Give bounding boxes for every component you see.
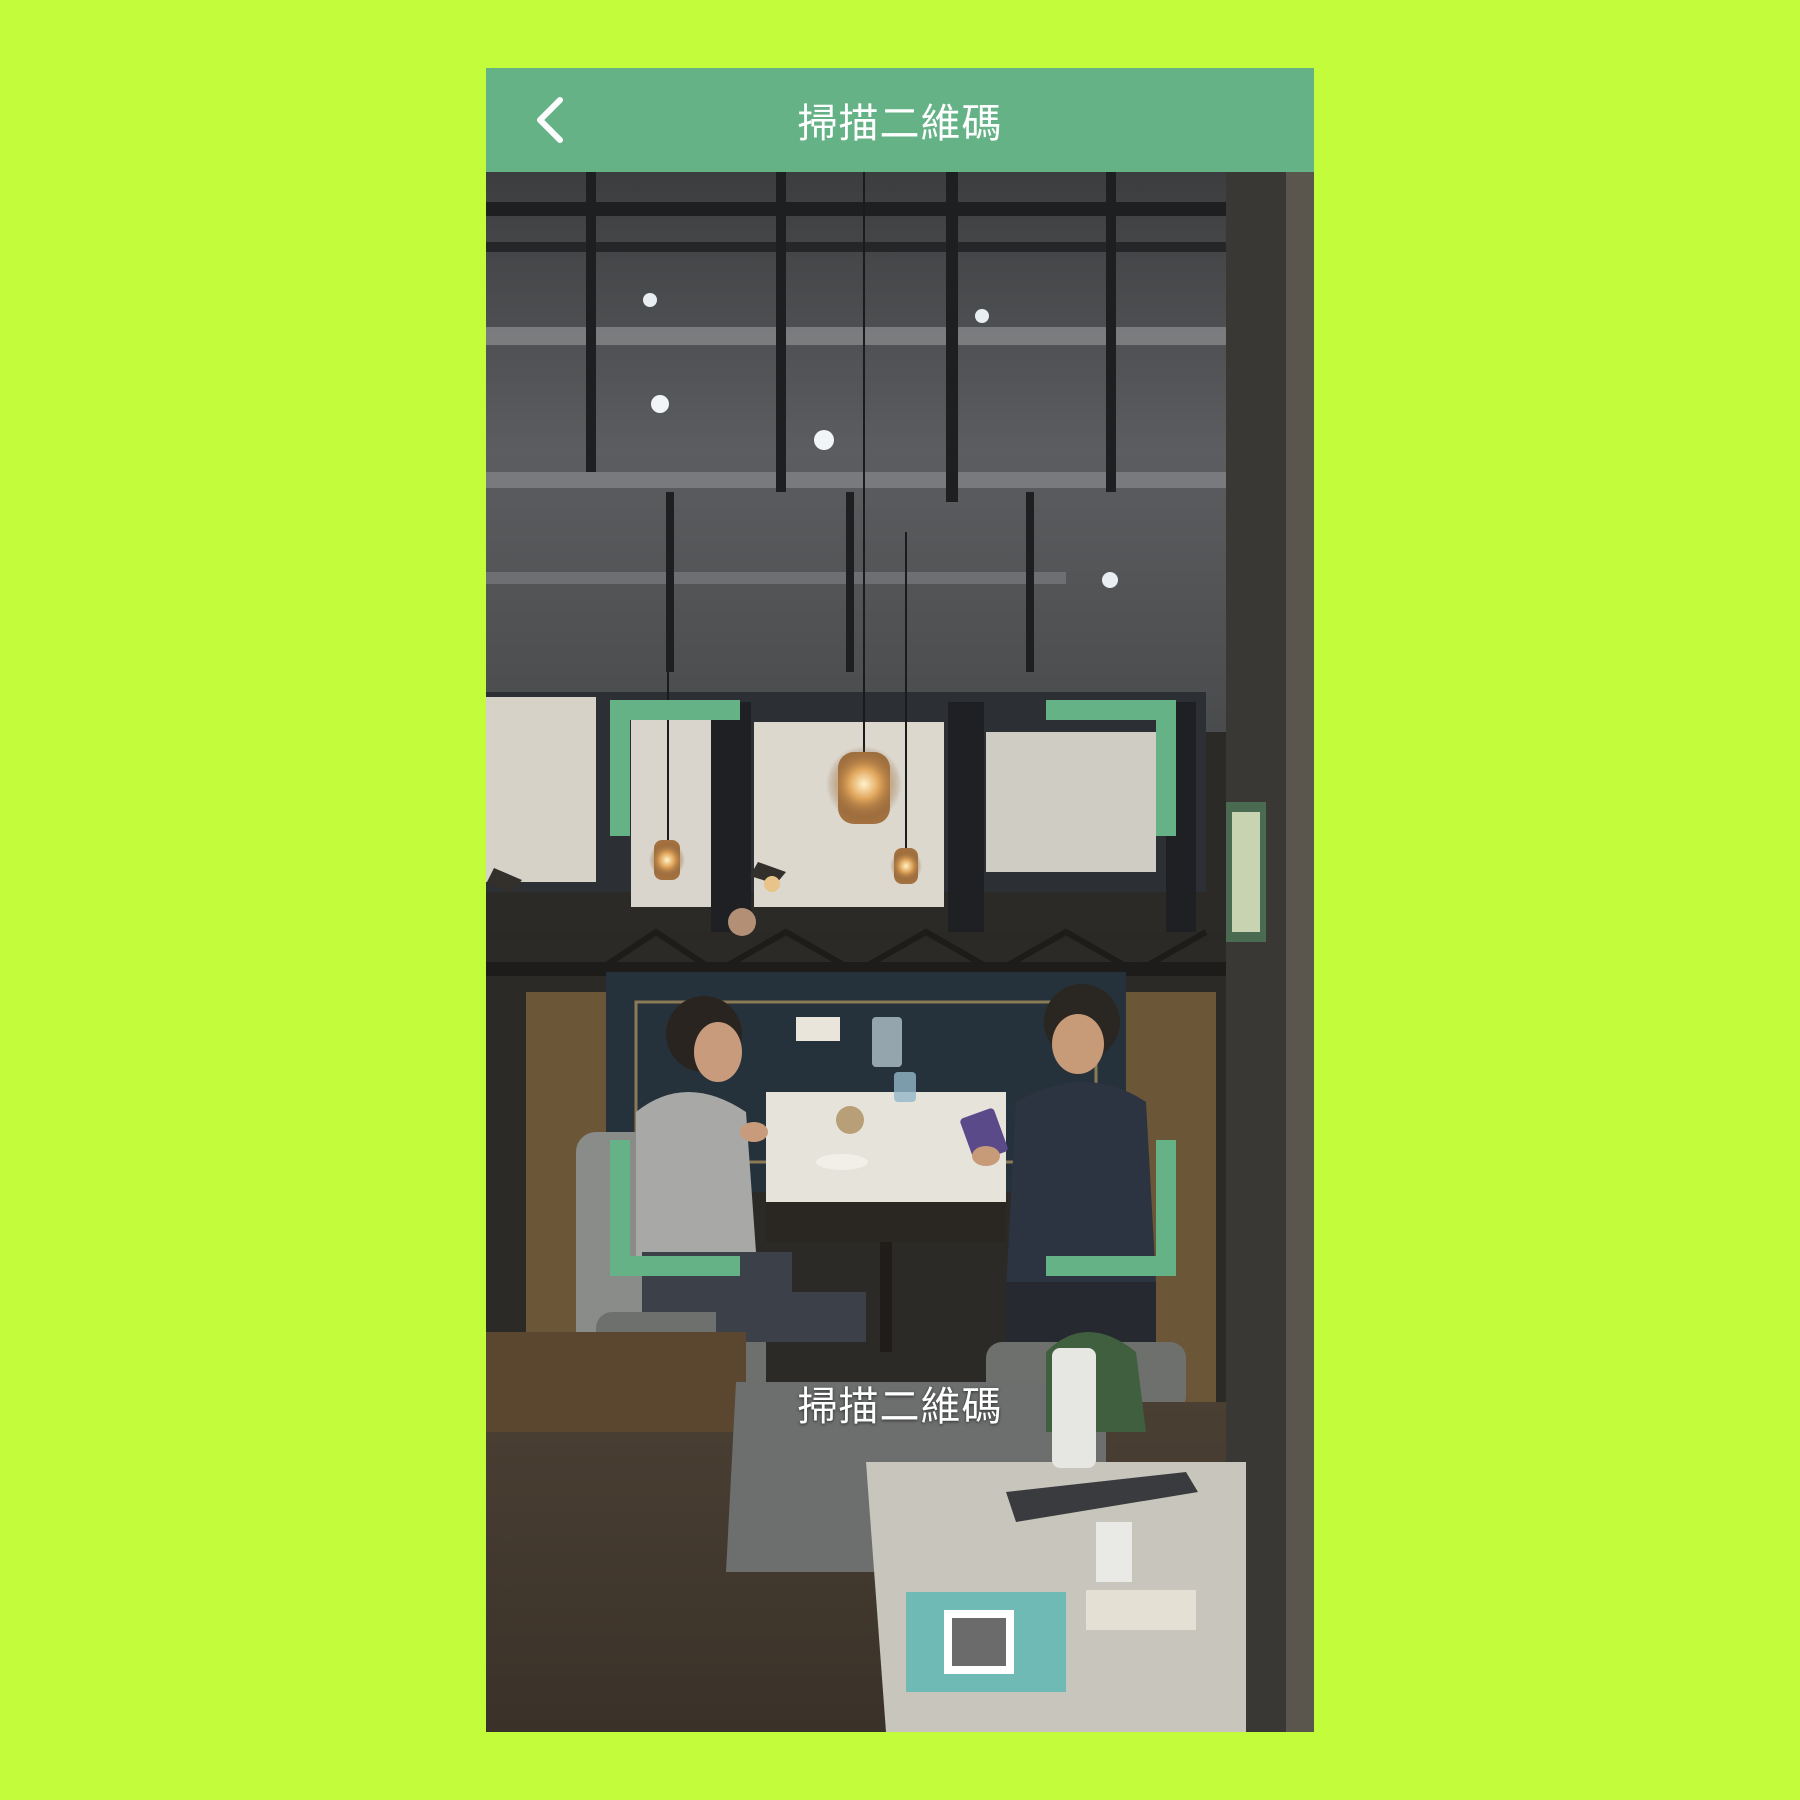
page-title: 掃描二維碼 xyxy=(797,101,1003,147)
scan-frame xyxy=(610,700,1176,1276)
scan-corner-top-left xyxy=(610,700,740,836)
scan-instruction-label: 掃描二維碼 xyxy=(797,1384,1003,1430)
scan-corner-bottom-left xyxy=(610,1140,740,1276)
phone-screen: 掃描二維碼 掃描二維碼 xyxy=(486,68,1314,1732)
app-header: 掃描二維碼 xyxy=(486,68,1314,172)
scan-corner-top-right xyxy=(1046,700,1176,836)
scan-corner-bottom-right xyxy=(1046,1140,1176,1276)
